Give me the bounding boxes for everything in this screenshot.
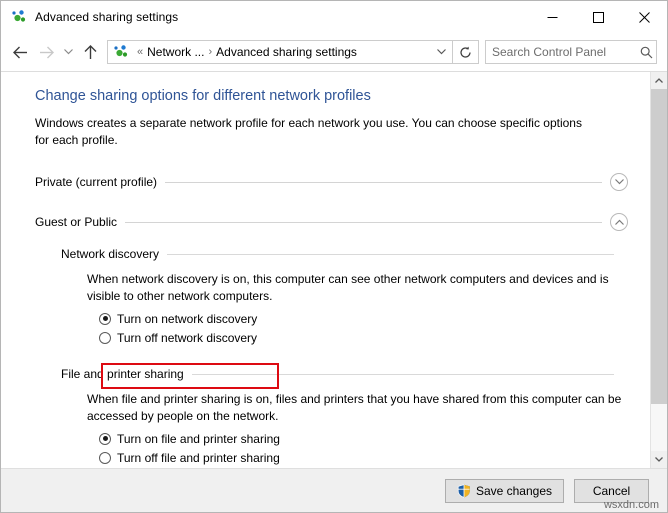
content-wrapper: Change sharing options for different net… [1, 71, 667, 468]
breadcrumb-overflow-icon[interactable]: « [133, 46, 147, 58]
scroll-up-arrow-icon[interactable] [651, 72, 667, 89]
radio-icon-on[interactable] [99, 432, 111, 445]
network-sharing-icon-small [113, 44, 129, 60]
window-title: Advanced sharing settings [35, 10, 179, 24]
uac-shield-icon [457, 483, 471, 498]
section-description-network-discovery: When network discovery is on, this compu… [87, 272, 609, 303]
scroll-down-arrow-icon[interactable] [651, 451, 667, 468]
section-description-file-and-printer-sharing: When file and printer sharing is on, fil… [87, 392, 622, 423]
search-input[interactable] [486, 45, 636, 59]
breadcrumb-item-advanced-sharing-settings[interactable]: Advanced sharing settings [216, 45, 357, 59]
section-header-file-and-printer-sharing: File and printer sharing [61, 367, 628, 381]
section-network-discovery: Network discovery When network discovery… [61, 247, 628, 347]
radio-icon-off[interactable] [99, 331, 111, 344]
search-icon[interactable] [636, 46, 656, 59]
forward-button[interactable] [33, 39, 59, 65]
radio-turn-off-network-discovery[interactable]: Turn off network discovery [99, 328, 628, 347]
page-description: Windows creates a separate network profi… [35, 116, 582, 147]
radio-turn-off-file-and-printer-sharing[interactable]: Turn off file and printer sharing [99, 448, 628, 467]
breadcrumb-bar[interactable]: « Network ... › Advanced sharing setting… [107, 40, 453, 64]
up-button[interactable] [77, 39, 103, 65]
breadcrumb-separator-icon: › [208, 46, 213, 58]
section-rule [191, 373, 614, 375]
profile-label-private: Private (current profile) [35, 175, 158, 189]
radio-label-turn-on-file-and-printer-sharing: Turn on file and printer sharing [117, 431, 280, 446]
radio-turn-on-network-discovery[interactable]: Turn on network discovery [99, 309, 628, 328]
profile-rule [165, 181, 602, 183]
cancel-label: Cancel [592, 483, 631, 498]
collapse-chevron-up-icon-guest-or-public[interactable] [610, 213, 628, 231]
radio-icon-off[interactable] [99, 451, 111, 464]
scrollbar-thumb[interactable] [651, 89, 667, 404]
radio-turn-on-file-and-printer-sharing[interactable]: Turn on file and printer sharing [99, 429, 628, 448]
save-changes-label: Save changes [475, 483, 552, 498]
advanced-sharing-settings-window: Advanced sharing settings « Network ... … [0, 0, 668, 513]
settings-content: Change sharing options for different net… [1, 72, 650, 468]
search-box[interactable] [485, 40, 657, 64]
page-title: Change sharing options for different net… [35, 88, 371, 104]
title-bar: Advanced sharing settings [1, 1, 667, 33]
section-header-network-discovery: Network discovery [61, 247, 628, 261]
section-rule [167, 253, 614, 255]
scrollbar-track[interactable] [651, 89, 667, 451]
maximize-button[interactable] [575, 1, 621, 33]
breadcrumb-item-network[interactable]: Network ... [147, 45, 204, 59]
breadcrumb-chevron-down-icon[interactable] [430, 41, 452, 63]
radio-label-turn-on-network-discovery: Turn on network discovery [117, 311, 258, 326]
watermark: wsxdn.com [603, 499, 659, 511]
save-changes-button[interactable]: Save changes [444, 478, 564, 503]
profile-rule [125, 221, 602, 223]
window-controls [529, 1, 667, 33]
address-bar: « Network ... › Advanced sharing setting… [1, 33, 667, 71]
profile-section-private[interactable]: Private (current profile) [35, 169, 628, 195]
vertical-scrollbar[interactable] [650, 72, 667, 468]
radio-icon-on[interactable] [99, 312, 111, 325]
expand-chevron-down-icon-private[interactable] [610, 173, 628, 191]
minimize-button[interactable] [529, 1, 575, 33]
radio-label-turn-off-network-discovery: Turn off network discovery [117, 330, 258, 345]
close-button[interactable] [621, 1, 667, 33]
back-button[interactable] [7, 39, 33, 65]
section-file-and-printer-sharing: File and printer sharing When file and p… [61, 367, 628, 467]
refresh-button[interactable] [453, 40, 479, 64]
dialog-button-bar: Save changes Cancel wsxdn.com [1, 468, 667, 512]
radio-label-turn-off-file-and-printer-sharing: Turn off file and printer sharing [117, 450, 280, 465]
recent-locations-chevron-down-icon[interactable] [59, 39, 77, 65]
section-title-network-discovery: Network discovery [61, 247, 160, 261]
profile-section-guest-or-public[interactable]: Guest or Public [35, 209, 628, 235]
network-sharing-icon [11, 9, 27, 25]
section-title-file-and-printer-sharing: File and printer sharing [61, 367, 184, 381]
profile-label-guest-or-public: Guest or Public [35, 215, 118, 229]
